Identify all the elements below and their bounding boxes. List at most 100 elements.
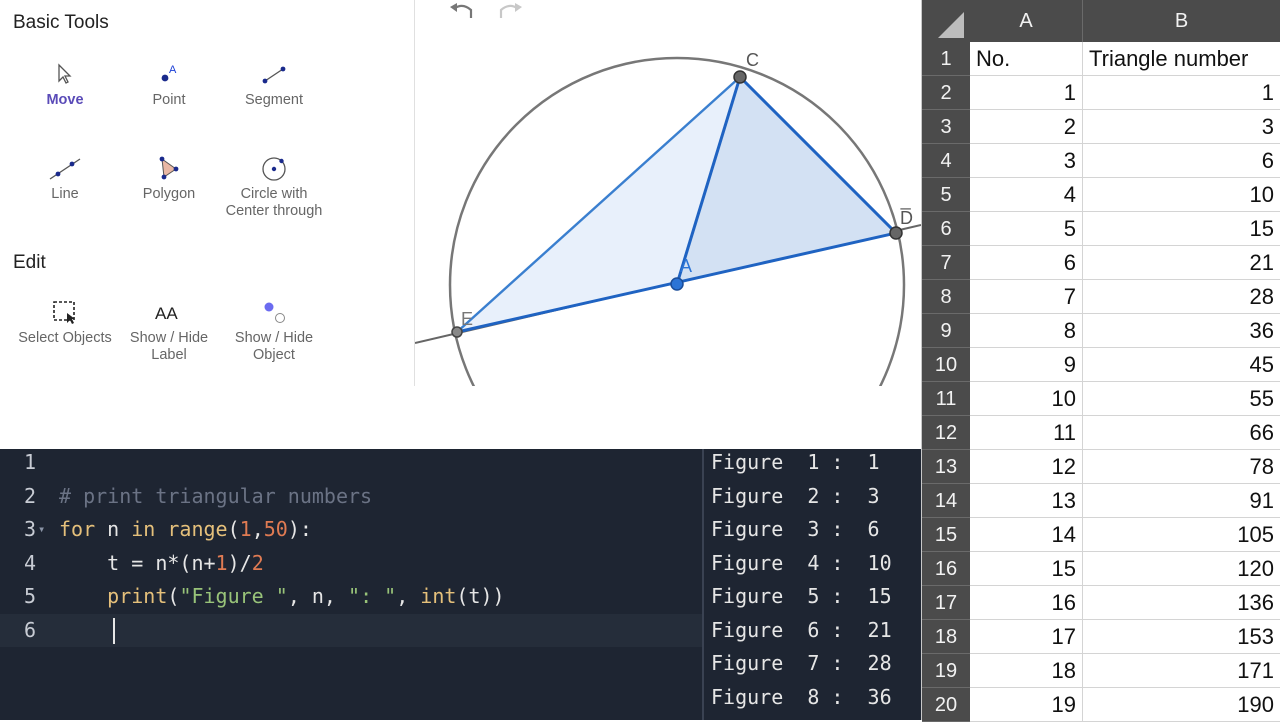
row-header[interactable]: 4 (922, 144, 970, 178)
show-hide-label-tool[interactable]: AA Show / Hide Label (114, 294, 224, 364)
cell-a17[interactable]: 16 (970, 586, 1083, 620)
cell-b19[interactable]: 171 (1083, 654, 1280, 688)
cell-a3[interactable]: 2 (970, 110, 1083, 144)
code-editor[interactable]: 1 2 # print triangular numbers 3 ▾ for n in r… (0, 449, 702, 720)
column-header-a[interactable]: A (970, 0, 1083, 42)
polygon-icon (114, 150, 224, 186)
cell-a7[interactable]: 6 (970, 246, 1083, 280)
cell-b20[interactable]: 190 (1083, 688, 1280, 722)
cell-b17[interactable]: 136 (1083, 586, 1280, 620)
cell-b2[interactable]: 1 (1083, 76, 1280, 110)
segment-ed[interactable] (456, 231, 897, 334)
point-e[interactable] (451, 326, 463, 338)
cell-a13[interactable]: 12 (970, 450, 1083, 484)
fold-toggle-icon[interactable]: ▾ (38, 513, 45, 547)
cell-b15[interactable]: 105 (1083, 518, 1280, 552)
row-header[interactable]: 14 (922, 484, 970, 518)
cell-a16[interactable]: 15 (970, 552, 1083, 586)
cell-a4[interactable]: 3 (970, 144, 1083, 178)
cell-b8[interactable]: 28 (1083, 280, 1280, 314)
segment-tool[interactable]: Segment (219, 56, 329, 109)
redo-icon[interactable] (495, 0, 525, 24)
cell-a5[interactable]: 4 (970, 178, 1083, 212)
cell-b9[interactable]: 36 (1083, 314, 1280, 348)
cell-b3[interactable]: 3 (1083, 110, 1280, 144)
undo-icon[interactable] (447, 0, 477, 24)
row-header[interactable]: 20 (922, 688, 970, 722)
row-header[interactable]: 16 (922, 552, 970, 586)
row-header[interactable]: 9 (922, 314, 970, 348)
row-header[interactable]: 8 (922, 280, 970, 314)
polygon-tool[interactable]: Polygon (114, 150, 224, 203)
point-tool[interactable]: A Point (114, 56, 224, 109)
line-tool[interactable]: Line (10, 150, 120, 203)
cell-b12[interactable]: 66 (1083, 416, 1280, 450)
code-line[interactable]: 3 ▾ for n in range(1,50): (0, 513, 702, 547)
move-tool[interactable]: Move (10, 56, 120, 109)
cell-b7[interactable]: 21 (1083, 246, 1280, 280)
code-line[interactable]: 1 (0, 446, 702, 480)
cell-a18[interactable]: 17 (970, 620, 1083, 654)
cell-b10[interactable]: 45 (1083, 348, 1280, 382)
point-icon-letter: A (169, 64, 177, 76)
cell-a1[interactable]: No. (970, 42, 1083, 76)
row-header[interactable]: 17 (922, 586, 970, 620)
row-header[interactable]: 5 (922, 178, 970, 212)
cell-a15[interactable]: 14 (970, 518, 1083, 552)
cell-b4[interactable]: 6 (1083, 144, 1280, 178)
row-header[interactable]: 10 (922, 348, 970, 382)
line-ed[interactable] (415, 224, 921, 344)
cell-a9[interactable]: 8 (970, 314, 1083, 348)
cell-b14[interactable]: 91 (1083, 484, 1280, 518)
code-line[interactable]: 4 t = n*(n+1)/2 (0, 547, 702, 581)
row-header[interactable]: 11 (922, 382, 970, 416)
cell-a2[interactable]: 1 (970, 76, 1083, 110)
cell-b16[interactable]: 120 (1083, 552, 1280, 586)
circumscribed-circle[interactable] (448, 56, 906, 386)
circle-tool[interactable]: Circle with Center through (219, 150, 329, 220)
code-line[interactable]: 2 # print triangular numbers (0, 480, 702, 514)
cell-a10[interactable]: 9 (970, 348, 1083, 382)
row-header[interactable]: 19 (922, 654, 970, 688)
row-header[interactable]: 15 (922, 518, 970, 552)
row-header[interactable]: 13 (922, 450, 970, 484)
cell-a11[interactable]: 10 (970, 382, 1083, 416)
cell-b1[interactable]: Triangle number (1083, 42, 1280, 76)
cell-a20[interactable]: 19 (970, 688, 1083, 722)
cell-a12[interactable]: 11 (970, 416, 1083, 450)
triangle-acd[interactable] (677, 77, 896, 284)
cell-b18[interactable]: 153 (1083, 620, 1280, 654)
cell-b11[interactable]: 55 (1083, 382, 1280, 416)
row-header[interactable]: 1 (922, 42, 970, 76)
row-header[interactable]: 7 (922, 246, 970, 280)
column-header-b[interactable]: B (1083, 0, 1280, 42)
segment-ec[interactable] (456, 76, 741, 333)
row-header[interactable]: 18 (922, 620, 970, 654)
cell-b5[interactable]: 10 (1083, 178, 1280, 212)
point-a[interactable] (670, 277, 684, 291)
segment-cd[interactable] (738, 75, 898, 235)
point-d[interactable] (889, 226, 903, 240)
cell-a6[interactable]: 5 (970, 212, 1083, 246)
row-header[interactable]: 6 (922, 212, 970, 246)
cell-a14[interactable]: 13 (970, 484, 1083, 518)
cell-a19[interactable]: 18 (970, 654, 1083, 688)
row-header[interactable]: 12 (922, 416, 970, 450)
label-icon-letters: AA (155, 304, 178, 323)
cell-b6[interactable]: 15 (1083, 212, 1280, 246)
code-line[interactable]: 5 print("Figure ", n, ": ", int(t)) (0, 580, 702, 614)
spreadsheet[interactable]: A B 1 No. Triangle number 2 1 1 3 2 3 4 3 6 5 4 10 6 5 15 7 6… (921, 0, 1280, 722)
triangle-eac[interactable] (457, 77, 740, 332)
point-c[interactable] (733, 70, 747, 84)
show-hide-object-icon (219, 294, 329, 330)
cell-b13[interactable]: 78 (1083, 450, 1280, 484)
code-line[interactable]: 6 (0, 613, 702, 647)
segment-ac[interactable] (675, 76, 742, 285)
select-all-corner[interactable] (922, 0, 970, 42)
cell-a8[interactable]: 7 (970, 280, 1083, 314)
show-hide-object-tool[interactable]: Show / Hide Object (219, 294, 329, 364)
select-objects-tool[interactable]: Select Objects (10, 294, 120, 347)
row-header[interactable]: 2 (922, 76, 970, 110)
row-header[interactable]: 3 (922, 110, 970, 144)
graphics-view[interactable]: C D̅ A E (415, 0, 921, 386)
